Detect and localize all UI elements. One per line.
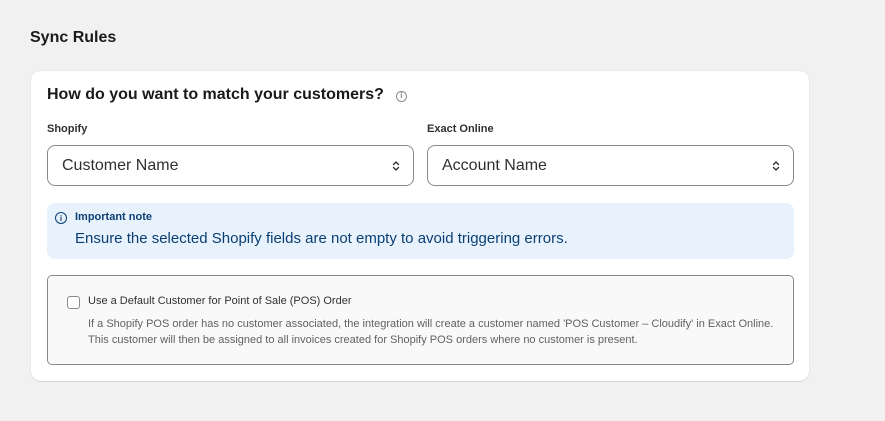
important-note-banner: i Important note Ensure the selected Sho…: [47, 203, 794, 259]
shopify-field-select[interactable]: Customer Name: [47, 145, 414, 186]
match-customers-card: How do you want to match your customers?…: [31, 71, 809, 381]
card-heading: How do you want to match your customers?…: [47, 86, 407, 104]
select-chevron-icon: [392, 161, 400, 171]
pos-checkbox-label[interactable]: Use a Default Customer for Point of Sale…: [88, 295, 352, 307]
pos-default-customer-option: Use a Default Customer for Point of Sale…: [47, 275, 794, 365]
card-title: How do you want to match your customers?: [47, 86, 384, 103]
select-chevron-icon: [772, 161, 780, 171]
exact-online-label: Exact Online: [427, 123, 494, 135]
exact-online-field-select[interactable]: Account Name: [427, 145, 794, 186]
shopify-label: Shopify: [47, 123, 88, 135]
info-icon[interactable]: i: [395, 90, 407, 102]
exact-online-selected-value: Account Name: [442, 156, 547, 174]
note-title: Important note: [75, 211, 152, 223]
pos-help-text: If a Shopify POS order has no customer a…: [88, 318, 774, 346]
shopify-selected-value: Customer Name: [62, 156, 179, 174]
note-body: Ensure the selected Shopify fields are n…: [75, 230, 568, 247]
pos-default-customer-checkbox[interactable]: [67, 296, 80, 309]
section-title: Sync Rules: [30, 29, 117, 46]
page: Sync Rules How do you want to match your…: [0, 0, 885, 421]
info-icon: i: [55, 212, 67, 224]
